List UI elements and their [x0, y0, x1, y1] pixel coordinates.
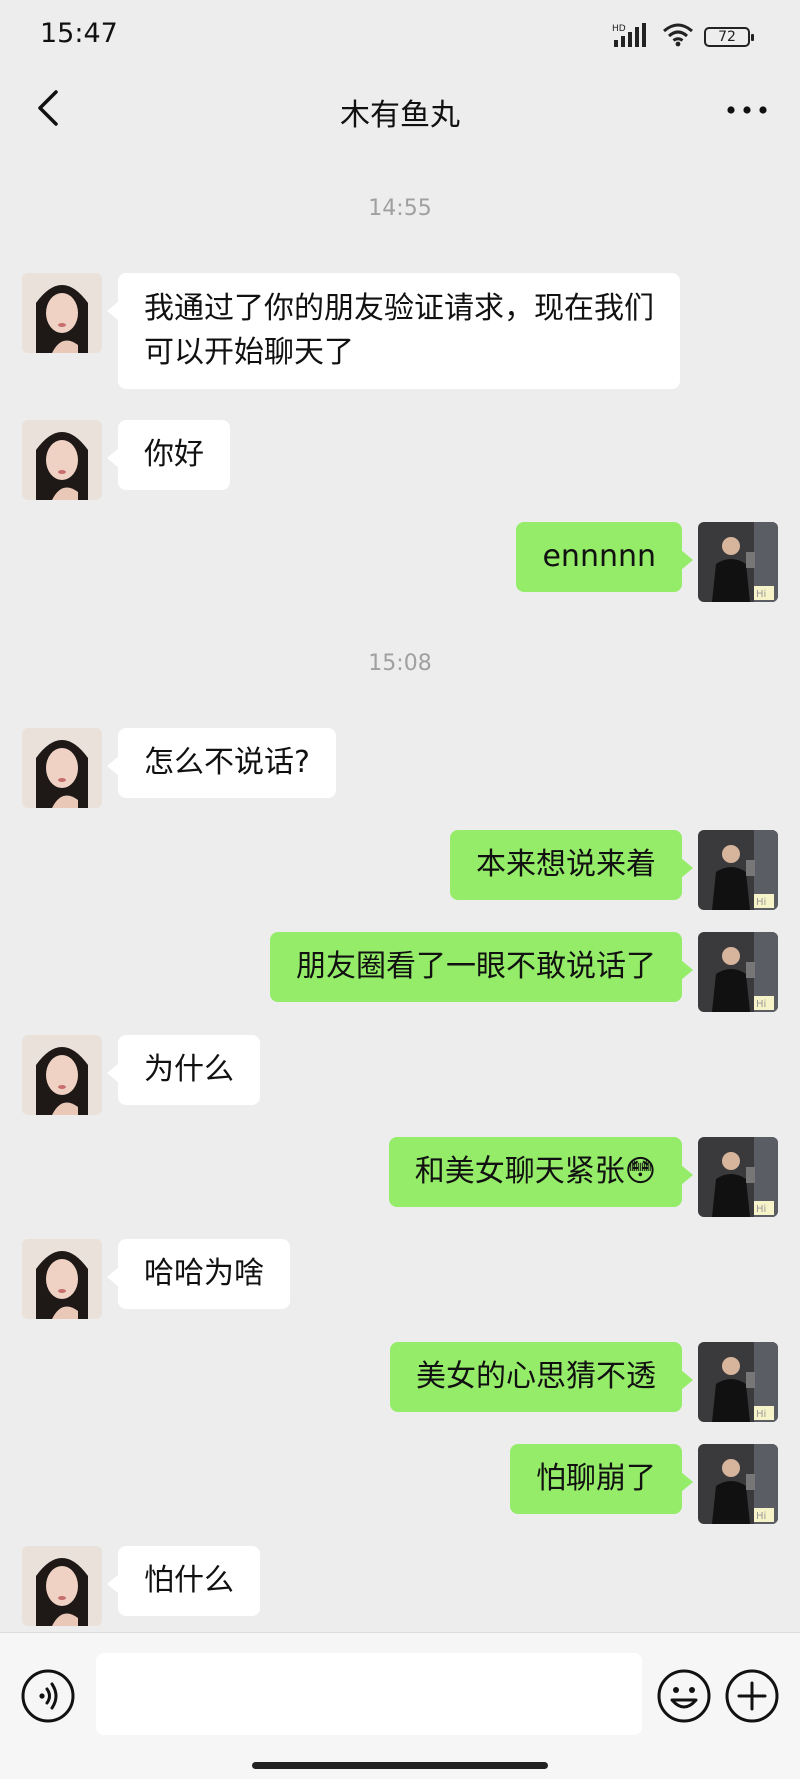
message-bubble-outgoing[interactable]: 怕聊崩了: [510, 1444, 693, 1514]
message-bubble-outgoing[interactable]: ennnnn: [516, 522, 693, 592]
more-actions-button[interactable]: [724, 1668, 780, 1724]
svg-text:Hi: Hi: [756, 1409, 766, 1420]
svg-text:Hi: Hi: [756, 897, 766, 908]
voice-icon: [21, 1669, 75, 1723]
emoji-button[interactable]: [656, 1668, 712, 1724]
message-bubble-outgoing[interactable]: 和美女聊天紧张😳: [388, 1137, 694, 1207]
user-avatar[interactable]: Hi: [698, 1137, 778, 1217]
contact-avatar[interactable]: [22, 1239, 102, 1319]
message-bubble-outgoing[interactable]: 美女的心思猜不透: [390, 1342, 693, 1412]
voice-button[interactable]: [20, 1668, 76, 1724]
message-bubble-outgoing[interactable]: 朋友圈看了一眼不敢说话了: [270, 932, 693, 1002]
message-bubble-outgoing[interactable]: 本来想说来着: [450, 830, 693, 900]
message-bubble-incoming[interactable]: 哈哈为啥: [107, 1239, 290, 1309]
message-bubble-incoming[interactable]: 怕什么: [107, 1546, 260, 1616]
home-indicator[interactable]: [252, 1762, 548, 1769]
input-bar: [0, 1632, 800, 1779]
user-avatar[interactable]: Hi: [698, 932, 778, 1012]
svg-text:Hi: Hi: [756, 999, 766, 1010]
message-bubble-incoming[interactable]: 你好: [107, 420, 230, 490]
user-avatar[interactable]: Hi: [698, 830, 778, 910]
message-bubble-incoming[interactable]: 怎么不说话?: [107, 728, 336, 798]
message-bubble-incoming[interactable]: 我通过了你的朋友验证请求，现在我们可以开始聊天了: [107, 273, 680, 389]
svg-text:Hi: Hi: [756, 1511, 766, 1522]
user-avatar[interactable]: Hi: [698, 1444, 778, 1524]
emoji-icon: [657, 1669, 711, 1723]
contact-avatar[interactable]: [22, 728, 102, 808]
contact-avatar[interactable]: [22, 273, 102, 353]
timestamp: 15:08: [368, 651, 432, 676]
message-input[interactable]: [96, 1653, 642, 1735]
contact-avatar[interactable]: [22, 420, 102, 500]
user-avatar[interactable]: Hi: [698, 522, 778, 602]
timestamp: 14:55: [368, 196, 432, 221]
svg-text:Hi: Hi: [756, 589, 766, 600]
contact-avatar[interactable]: [22, 1546, 102, 1626]
svg-text:Hi: Hi: [756, 1204, 766, 1215]
contact-avatar[interactable]: [22, 1035, 102, 1115]
message-bubble-incoming[interactable]: 为什么: [107, 1035, 260, 1105]
user-avatar[interactable]: Hi: [698, 1342, 778, 1422]
plus-icon: [725, 1669, 779, 1723]
message-list: 14:55 我通过了你的朋友验证请求，现在我们可以开始聊天了 你好 ennnnn…: [0, 0, 800, 1630]
